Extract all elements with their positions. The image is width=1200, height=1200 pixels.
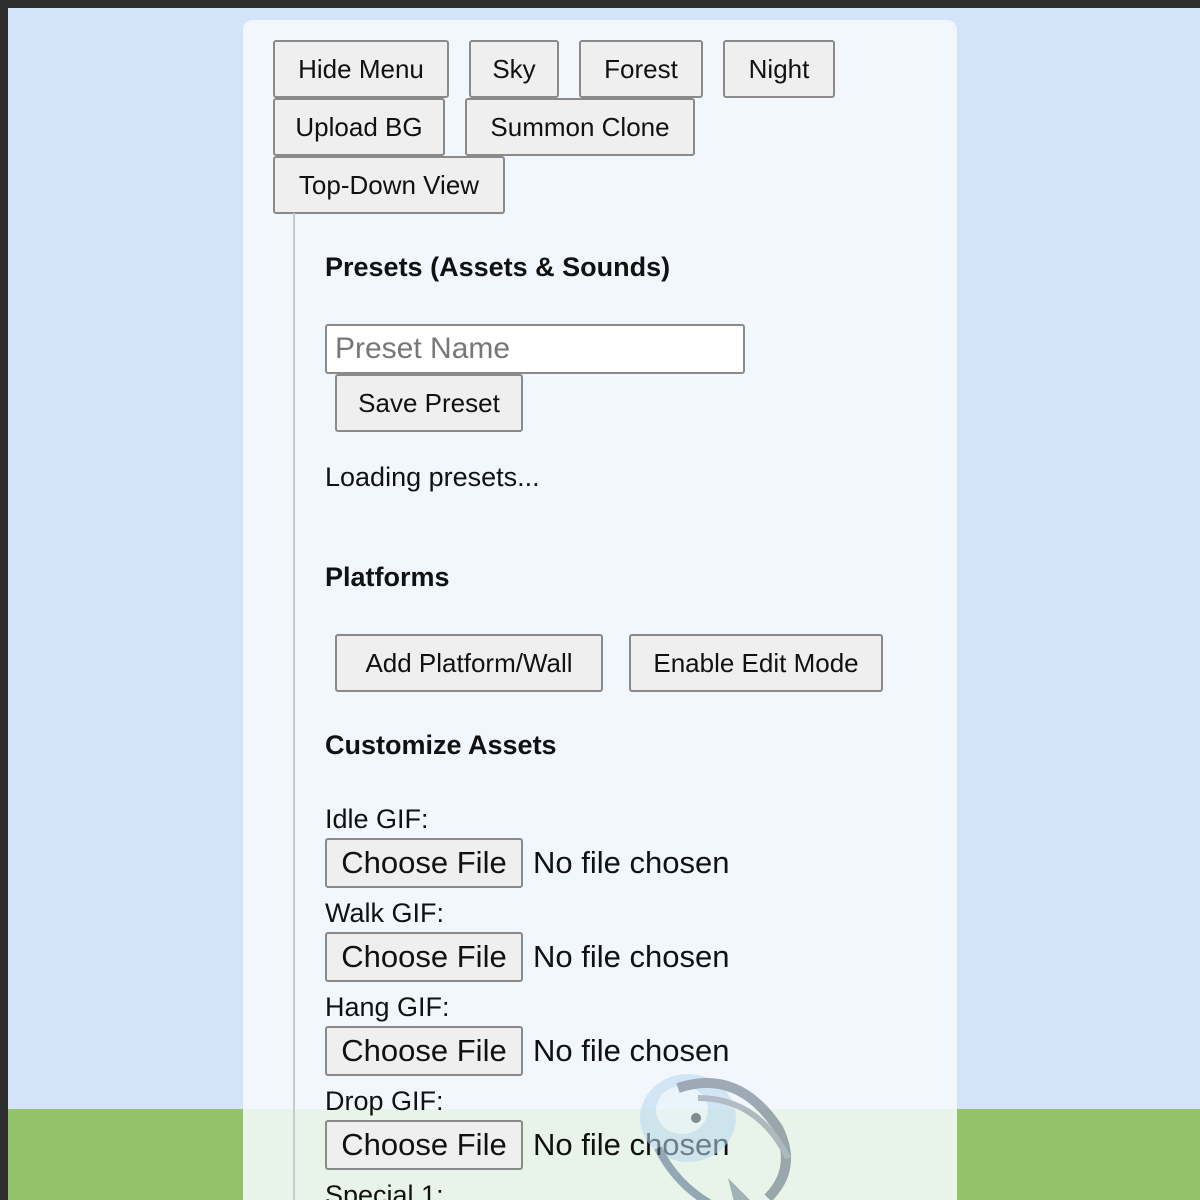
panel-divider [293, 213, 295, 1200]
presets-heading: Presets (Assets & Sounds) [325, 252, 671, 282]
special-1-label: Special 1: [325, 1180, 444, 1200]
walk-gif-label: Walk GIF: [325, 898, 444, 928]
character-sprite-icon[interactable] [618, 1058, 828, 1200]
drop-gif-label: Drop GIF: [325, 1086, 444, 1116]
choose-file-button[interactable]: Choose File [325, 1026, 523, 1076]
forest-button[interactable]: Forest [579, 40, 703, 98]
file-status: No file chosen [533, 845, 730, 880]
platforms-heading: Platforms [325, 562, 450, 592]
upload-bg-button[interactable]: Upload BG [273, 98, 445, 156]
walk-gif-file-input[interactable]: Choose File No file chosen [325, 932, 729, 982]
game-viewport: Hide Menu Sky Forest Night Upload BG Sum… [8, 8, 1200, 1200]
top-down-view-button[interactable]: Top-Down View [273, 156, 505, 214]
preset-name-input[interactable] [325, 324, 745, 374]
sky-button[interactable]: Sky [469, 40, 559, 98]
presets-status: Loading presets... [325, 462, 540, 492]
choose-file-button[interactable]: Choose File [325, 838, 523, 888]
choose-file-button[interactable]: Choose File [325, 932, 523, 982]
night-button[interactable]: Night [723, 40, 835, 98]
summon-clone-button[interactable]: Summon Clone [465, 98, 695, 156]
customize-assets-heading: Customize Assets [325, 730, 557, 760]
idle-gif-file-input[interactable]: Choose File No file chosen [325, 838, 729, 888]
idle-gif-label: Idle GIF: [325, 804, 429, 834]
hang-gif-label: Hang GIF: [325, 992, 450, 1022]
enable-edit-mode-button[interactable]: Enable Edit Mode [629, 634, 883, 692]
choose-file-button[interactable]: Choose File [325, 1120, 523, 1170]
hide-menu-button[interactable]: Hide Menu [273, 40, 449, 98]
file-status: No file chosen [533, 939, 730, 974]
control-panel: Hide Menu Sky Forest Night Upload BG Sum… [243, 20, 957, 1200]
save-preset-button[interactable]: Save Preset [335, 374, 523, 432]
add-platform-button[interactable]: Add Platform/Wall [335, 634, 603, 692]
